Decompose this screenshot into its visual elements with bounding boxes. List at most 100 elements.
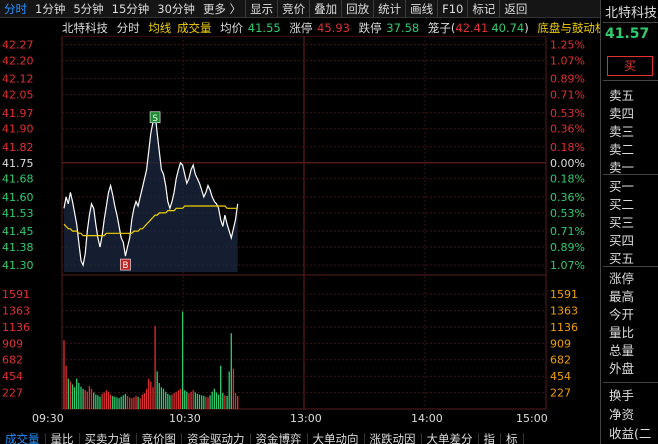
percent-tick-label: 0.18% <box>550 173 585 186</box>
intraday-chart[interactable]: 42.27 1.25% 42.20 1.07% 42.12 0.89% 42.05 0.71%… <box>0 36 600 426</box>
indicator-tab[interactable]: 资金博弈 <box>251 433 308 444</box>
price-box-low: 42.41 <box>455 21 489 35</box>
percent-tick-label: 1.25% <box>550 39 585 52</box>
price-tick-label: 42.27 <box>2 39 34 52</box>
ask-level-label: 卖二 <box>609 142 635 157</box>
quote-stat-label: 最高 <box>609 289 635 304</box>
price-tick-label: 41.45 <box>2 225 34 238</box>
limit-up-label: 涨停 <box>289 21 313 35</box>
quote-extra-label: 收益(二 <box>609 426 652 441</box>
tool-f10-button[interactable]: F10 <box>437 0 467 18</box>
price-tick-label: 41.30 <box>2 259 34 272</box>
period-tab[interactable]: 15分钟 <box>108 0 154 18</box>
stock-name: 北特科技 <box>62 21 108 35</box>
volume-tick-label: 227 <box>2 387 23 400</box>
price-tick-label: 41.75 <box>2 157 34 170</box>
time-axis-label: 13:00 <box>290 412 322 425</box>
indicator-tab[interactable]: 资金驱动力 <box>182 433 251 444</box>
percent-tick-label: 0.53% <box>550 207 585 220</box>
bid-level-label: 买四 <box>609 233 635 248</box>
concept-tag[interactable]: 底盘与鼓动机系统 <box>537 21 602 35</box>
percent-tick-label: 0.00% <box>550 157 585 170</box>
volume-tag[interactable]: 成交量 <box>177 21 212 35</box>
indicator-tab[interactable]: 量比 <box>46 433 80 444</box>
quote-extra-label: 净资 <box>609 407 635 422</box>
indicator-tab[interactable]: 指 <box>479 433 501 444</box>
indicator-tabs: 成交量 量比 买卖力道 竞价图 资金驱动力 资金博弈 大单动向 涨跌动因 大单差分指标 <box>0 433 600 444</box>
quote-stat-label: 量比 <box>609 325 635 340</box>
limit-up-value: 45.93 <box>317 21 350 35</box>
price-tick-label: 41.90 <box>2 123 34 136</box>
price-tick-label: 41.68 <box>2 173 34 186</box>
ask-level-label: 卖四 <box>609 106 635 121</box>
period-tab[interactable]: 分时 <box>0 0 31 18</box>
panel-last-price: 41.57 <box>605 26 650 42</box>
quote-extra-label: 换手 <box>609 388 635 403</box>
chart-info-line: 北特科技 分时 均线 成交量 均价 41.55 涨停 45.93 跌停 37.5… <box>62 20 602 37</box>
volume-tick-label-right: 909 <box>550 337 571 350</box>
ask-level-label: 卖五 <box>609 88 635 103</box>
indicator-tab[interactable]: 竞价图 <box>137 433 182 444</box>
limit-down-value: 37.58 <box>386 21 420 35</box>
percent-tick-label: 0.36% <box>550 191 585 204</box>
price-box-close: ) <box>524 21 529 35</box>
price-tick-label: 41.60 <box>2 191 34 204</box>
percent-tick-label: 0.89% <box>550 241 585 254</box>
period-toolbar: 分时 1分钟 5分钟 15分钟 30分钟 更多 〉 显示 竞价 叠加 回放 统计… <box>0 0 600 18</box>
tool-stats-button[interactable]: 统计 <box>373 0 405 18</box>
tool-replay-button[interactable]: 回放 <box>341 0 373 18</box>
more-periods-button[interactable]: 更多 〉 <box>199 0 245 18</box>
tool-display-button[interactable]: 显示 <box>245 0 277 18</box>
indicator-tab[interactable]: 涨跌动因 <box>365 433 422 444</box>
time-axis-label: 09:30 <box>32 412 64 425</box>
tool-mark-button[interactable]: 标记 <box>467 0 499 18</box>
volume-tick-label: 1591 <box>2 288 30 301</box>
bid-level-label: 买二 <box>609 197 635 212</box>
tool-auction-button[interactable]: 竞价 <box>277 0 309 18</box>
buy-button[interactable]: 买 <box>607 56 653 76</box>
limit-down-label: 跌停 <box>358 21 382 35</box>
price-tick-label: 42.12 <box>2 73 34 86</box>
price-tick-label: 41.82 <box>2 141 34 154</box>
bid-level-label: 买五 <box>609 251 635 266</box>
chart-mode: 分时 <box>116 21 140 35</box>
period-tab[interactable]: 5分钟 <box>69 0 107 18</box>
percent-tick-label: 1.07% <box>550 259 585 272</box>
percent-tick-label: 0.71% <box>550 225 585 238</box>
price-tick-label: 42.20 <box>2 54 34 67</box>
volume-tick-label-right: 1363 <box>550 305 578 318</box>
tool-back-button[interactable]: 返回 <box>499 0 531 18</box>
tool-overlay-button[interactable]: 叠加 <box>309 0 341 18</box>
volume-tick-label-right: 454 <box>550 370 571 383</box>
price-tick-label: 41.53 <box>2 207 34 220</box>
indicator-tab[interactable]: 买卖力道 <box>80 433 137 444</box>
price-box-label: 笼子 <box>427 21 451 35</box>
volume-tick-label: 682 <box>2 354 23 367</box>
panel-stock-name: 北特科技 <box>605 6 658 21</box>
percent-tick-label: 0.36% <box>550 123 585 136</box>
indicator-tab[interactable]: 大单差分 <box>422 433 479 444</box>
period-tab[interactable]: 1分钟 <box>31 0 69 18</box>
avg-price-label: 均价 <box>220 21 244 35</box>
avg-line-tag[interactable]: 均线 <box>148 21 171 35</box>
indicator-tab[interactable]: 标 <box>501 433 524 444</box>
price-tick-label: 41.97 <box>2 107 34 120</box>
indicator-tab[interactable]: 成交量 <box>0 433 46 444</box>
percent-tick-label: 1.07% <box>550 54 585 67</box>
marker-label: B <box>122 261 128 271</box>
volume-tick-label: 1363 <box>2 305 30 318</box>
volume-tick-label: 909 <box>2 337 23 350</box>
period-tab[interactable]: 30分钟 <box>153 0 199 18</box>
indicator-tab[interactable]: 大单动向 <box>308 433 365 444</box>
quote-stat-label: 总量 <box>609 343 635 358</box>
volume-tick-label-right: 1591 <box>550 288 578 301</box>
volume-tick-label-right: 682 <box>550 354 571 367</box>
volume-tick-label-right: 1136 <box>550 321 578 334</box>
price-box-high: 40.74 <box>491 21 525 35</box>
percent-tick-label: 0.89% <box>550 73 585 86</box>
percent-tick-label: 0.71% <box>550 89 585 102</box>
time-axis-label: 10:30 <box>169 412 201 425</box>
volume-tick-label-right: 227 <box>550 387 571 400</box>
quote-panel: 北特科技 41.57 买 卖五 卖四 卖三 卖二 卖一 买一 买二 买三 买四 买五 涨停 最高 今开量… <box>600 0 658 444</box>
tool-draw-button[interactable]: 画线 <box>405 0 437 18</box>
